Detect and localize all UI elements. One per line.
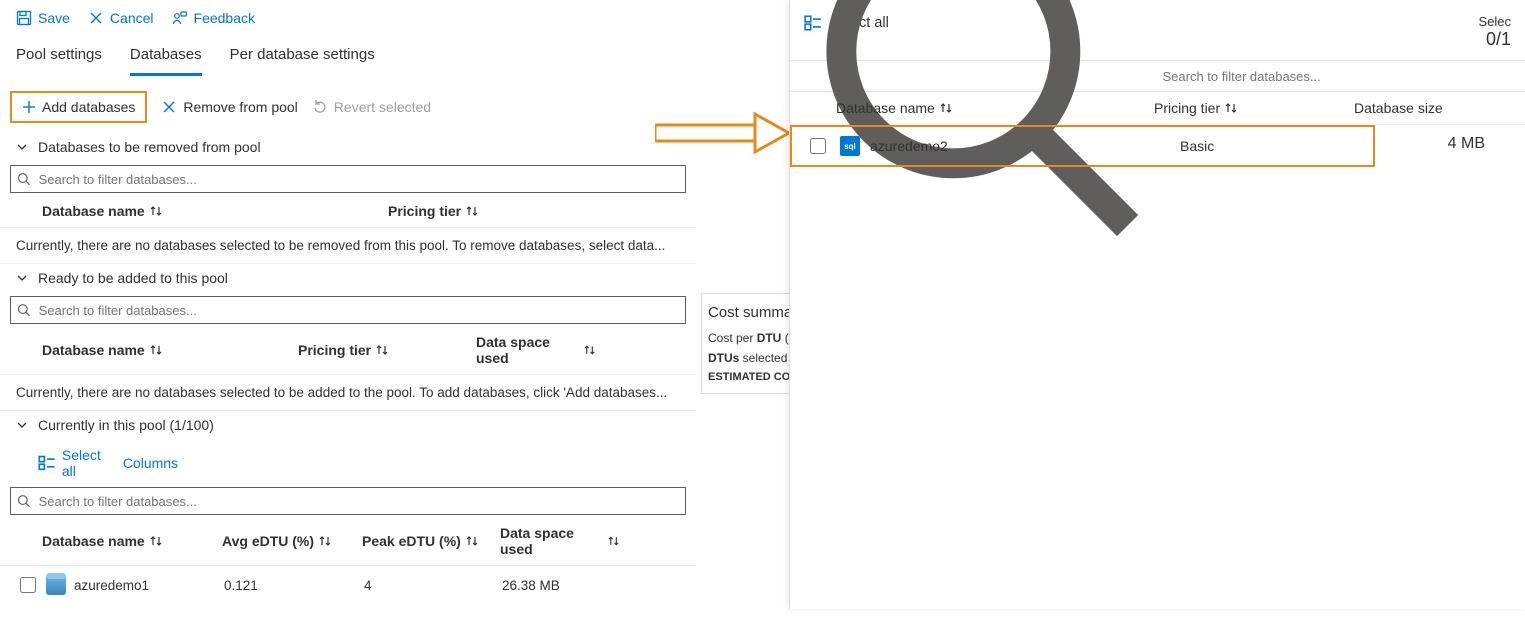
table-row[interactable]: azuredemo1 0.121 4 26.38 MB [0,566,696,604]
revert-label: Revert selected [334,99,431,115]
flyout-selected-counter: Selec 0/1 [1478,14,1511,50]
section-removed-title: Databases to be removed from pool [38,139,261,155]
cost-title: Cost summa [708,304,789,321]
sort-icon [375,343,389,357]
section-add-title: Ready to be added to this pool [38,270,228,286]
sort-icon [583,343,596,357]
sort-icon [1224,101,1238,115]
tab-bar: Pool settings Databases Per database set… [0,34,696,77]
flyout-search-input[interactable] [1160,68,1511,85]
cell-space: 26.38 MB [502,578,622,593]
databases-actions: Add databases Remove from pool Revert se… [0,77,696,133]
annotation-arrow-icon [655,110,790,156]
add-search-input[interactable] [37,302,679,319]
cell-avg: 0.121 [224,578,364,593]
sort-icon [149,534,163,548]
database-icon [46,575,66,595]
current-columns: Database name Avg eDTU (%) Peak eDTU (%)… [0,517,696,566]
cell-peak: 4 [364,578,502,593]
section-current-header[interactable]: Currently in this pool (1/100) [0,411,696,439]
col-db-size[interactable]: Database size [1354,100,1474,116]
tab-databases[interactable]: Databases [130,40,202,76]
search-icon [17,494,31,508]
remove-from-pool-button[interactable]: Remove from pool [161,99,297,115]
table-row[interactable]: sql azuredemo2 Basic [792,127,1373,165]
cell-db-size: 4 MB [1448,135,1485,153]
revert-selected-button: Revert selected [312,99,431,115]
current-toolbar: Select all Columns [0,439,696,483]
current-search-input[interactable] [37,493,679,510]
removed-search-input[interactable] [37,171,679,188]
undo-icon [312,99,328,115]
col-avg-edtu[interactable]: Avg eDTU (%) [222,533,362,549]
section-add-header[interactable]: Ready to be added to this pool [0,264,696,292]
add-search[interactable] [10,296,686,324]
sort-icon [465,204,479,218]
chevron-down-icon [16,141,28,153]
main-panel: Save Cancel Feedback Pool settings Datab… [0,0,696,624]
col-db-name[interactable]: Database name [42,203,388,219]
save-icon [16,10,32,26]
cell-db-name: azuredemo2 [870,138,1180,154]
sort-icon [318,534,332,548]
feedback-label: Feedback [194,10,255,26]
cell-pricing-tier: Basic [1180,138,1350,154]
save-label: Save [38,10,70,26]
cost-estimated: ESTIMATED CO [708,371,789,383]
row-checkbox[interactable] [20,577,36,593]
current-select-all[interactable]: Select all [38,447,101,479]
add-empty-text: Currently, there are no databases select… [0,375,696,411]
chevron-down-icon [16,272,28,284]
save-button[interactable]: Save [16,10,70,26]
col-peak-edtu[interactable]: Peak eDTU (%) [362,533,500,549]
col-pricing-tier[interactable]: Pricing tier [298,342,476,358]
col-db-name[interactable]: Database name [42,342,298,358]
removed-empty-text: Currently, there are no databases select… [0,228,696,264]
tab-pool-settings[interactable]: Pool settings [16,40,102,76]
search-icon [17,303,31,317]
section-removed-header[interactable]: Databases to be removed from pool [0,133,696,161]
select-all-icon [38,454,56,472]
search-icon [17,172,31,186]
add-databases-flyout: Select all Selec 0/1 Database name Prici… [789,0,1525,609]
removed-search[interactable] [10,165,686,193]
row-checkbox[interactable] [810,138,826,154]
add-columns: Database name Pricing tier Data space us… [0,326,696,375]
col-pricing-tier[interactable]: Pricing tier [1154,100,1354,116]
cancel-button[interactable]: Cancel [88,10,154,26]
sort-icon [607,534,620,548]
current-columns-button[interactable]: Columns [117,447,178,479]
add-databases-label: Add databases [42,99,135,115]
sort-icon [939,101,953,115]
plus-icon [22,100,36,114]
col-pricing-tier[interactable]: Pricing tier [388,203,594,219]
removed-columns: Database name Pricing tier [0,195,696,228]
col-data-space[interactable]: Data space used [500,525,620,557]
col-db-name[interactable]: Database name [42,533,222,549]
section-current-title: Currently in this pool (1/100) [38,417,214,433]
cost-summary-panel: Cost summa Cost per DTU (in DTUs selecte… [701,293,796,394]
cost-line-1: Cost per DTU (in [708,331,789,345]
close-icon [88,10,104,26]
cost-line-2: DTUs selected [708,351,789,365]
person-feedback-icon [172,10,188,26]
current-search[interactable] [10,487,686,515]
col-data-space[interactable]: Data space used [476,334,596,366]
close-icon [161,99,177,115]
sql-database-icon: sql [840,136,860,156]
add-databases-button[interactable]: Add databases [10,91,147,123]
feedback-button[interactable]: Feedback [172,10,255,26]
chevron-down-icon [16,419,28,431]
cell-db-name: azuredemo1 [74,578,224,593]
flyout-search[interactable] [790,60,1525,92]
command-bar: Save Cancel Feedback [0,0,696,34]
sort-icon [149,204,163,218]
col-db-name[interactable]: Database name [804,100,1154,116]
flyout-row-highlight: sql azuredemo2 Basic [790,125,1375,167]
tab-per-database[interactable]: Per database settings [230,40,375,76]
sort-icon [465,534,479,548]
remove-label: Remove from pool [183,99,297,115]
sort-icon [149,343,163,357]
cancel-label: Cancel [110,10,154,26]
